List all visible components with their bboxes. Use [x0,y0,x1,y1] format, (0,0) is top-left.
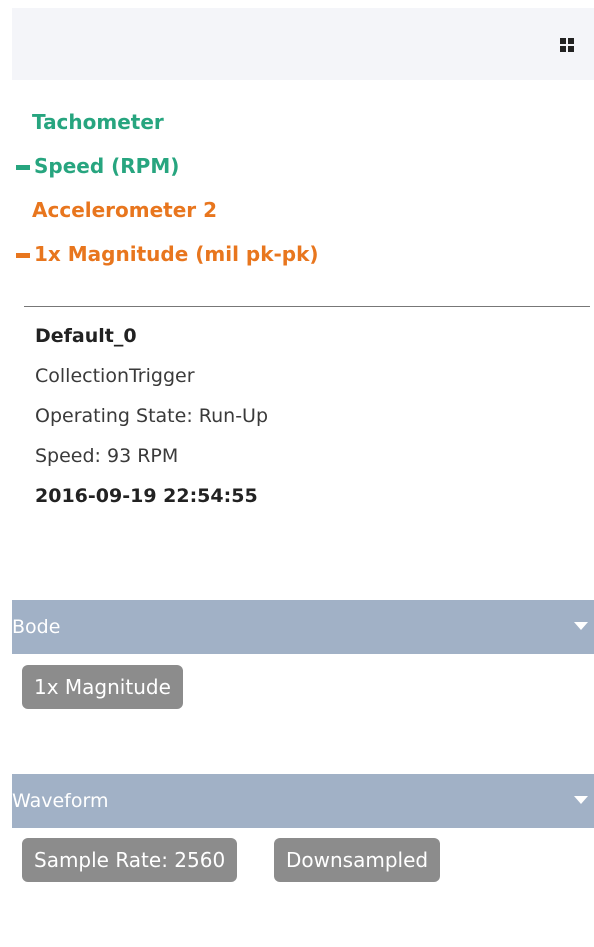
legend-group-tachometer: Tachometer [32,110,164,134]
divider [24,306,590,307]
panel-toolbar [12,8,594,80]
section-title: Waveform [12,790,109,812]
legend-series-label: Speed (RPM) [34,154,180,178]
series-dash-icon [16,165,30,170]
legend-group-accelerometer-2: Accelerometer 2 [32,198,218,222]
grid-icon[interactable] [560,38,574,52]
speed-readout: Speed: 93 RPM [35,445,179,467]
section-header-waveform[interactable]: Waveform [12,774,594,828]
legend-series-label: 1x Magnitude (mil pk-pk) [34,242,319,266]
section-title: Bode [12,616,61,638]
caret-down-icon[interactable] [574,622,588,630]
legend-series-speed[interactable]: Speed (RPM) [12,154,594,198]
chip-1x-magnitude[interactable]: 1x Magnitude [22,665,183,709]
sample-info: Default_0 CollectionTrigger Operating St… [35,316,268,516]
legend: Tachometer Speed (RPM) Accelerometer 2 1… [12,110,594,286]
side-panel: Tachometer Speed (RPM) Accelerometer 2 1… [12,0,594,947]
chip-downsampled[interactable]: Downsampled [274,838,441,882]
sample-name: Default_0 [35,325,137,347]
collection-trigger: CollectionTrigger [35,365,195,387]
legend-series-1x-magnitude[interactable]: 1x Magnitude (mil pk-pk) [12,242,594,286]
operating-state: Operating State: Run-Up [35,405,269,427]
chip-sample-rate[interactable]: Sample Rate: 2560 [22,838,238,882]
section-header-bode[interactable]: Bode [12,600,594,654]
caret-down-icon[interactable] [574,796,588,804]
series-dash-icon [16,253,30,258]
sample-timestamp: 2016-09-19 22:54:55 [35,485,258,507]
